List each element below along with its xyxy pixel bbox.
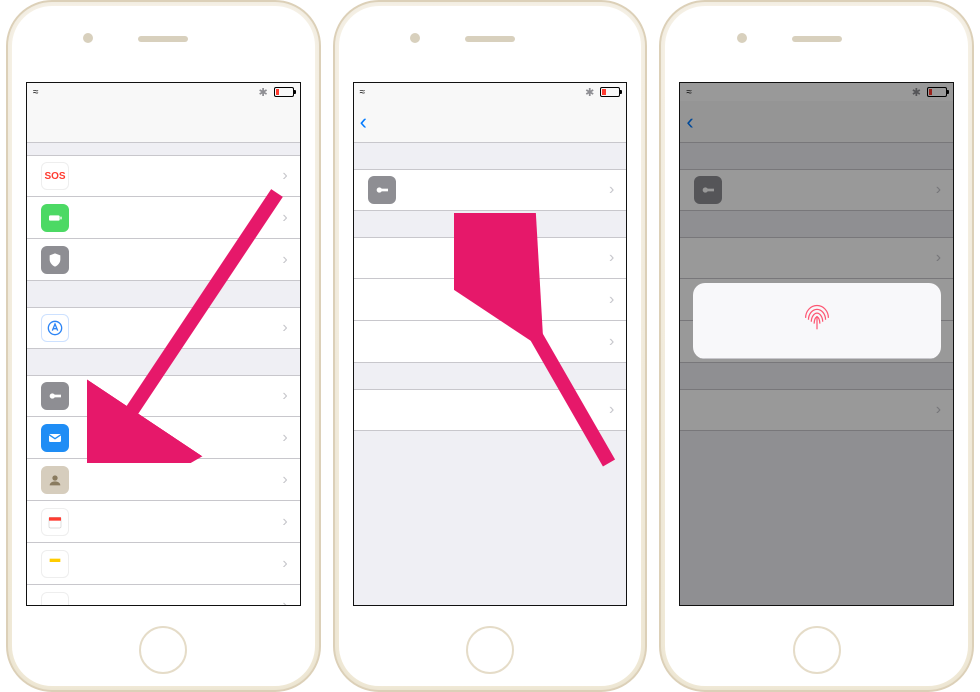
- chevron-right-icon: ›: [282, 167, 287, 185]
- row-sos[interactable]: SOS›: [27, 155, 300, 197]
- row-account-icloud[interactable]: ›: [354, 237, 627, 279]
- status-bar: ≈ ✱: [354, 83, 627, 101]
- touch-id-alert: [693, 283, 941, 359]
- row-appstore[interactable]: ›: [27, 307, 300, 349]
- row-account-gmail[interactable]: ›: [354, 279, 627, 321]
- navbar: ‹: [354, 101, 627, 143]
- section-accounts: [354, 211, 627, 237]
- row-notes[interactable]: ›: [27, 543, 300, 585]
- fingerprint-icon: [798, 297, 836, 335]
- alert-cancel-button[interactable]: [693, 358, 941, 359]
- status-bar: ≈ ✱: [27, 83, 300, 101]
- battery-icon: [274, 87, 294, 97]
- row-fetch-data[interactable]: ›: [354, 389, 627, 431]
- back-button[interactable]: ‹: [360, 109, 367, 135]
- row-calendar[interactable]: ›: [27, 501, 300, 543]
- row-battery[interactable]: ›: [27, 197, 300, 239]
- row-accounts-passwords[interactable]: ›: [27, 375, 300, 417]
- row-add-account[interactable]: ›: [354, 321, 627, 363]
- row-privacy[interactable]: ›: [27, 239, 300, 281]
- row-reminders[interactable]: ›: [27, 585, 300, 605]
- navbar: [27, 101, 300, 143]
- row-contacts[interactable]: ›: [27, 459, 300, 501]
- row-mail[interactable]: ›: [27, 417, 300, 459]
- row-app-site-passwords[interactable]: ›: [354, 169, 627, 211]
